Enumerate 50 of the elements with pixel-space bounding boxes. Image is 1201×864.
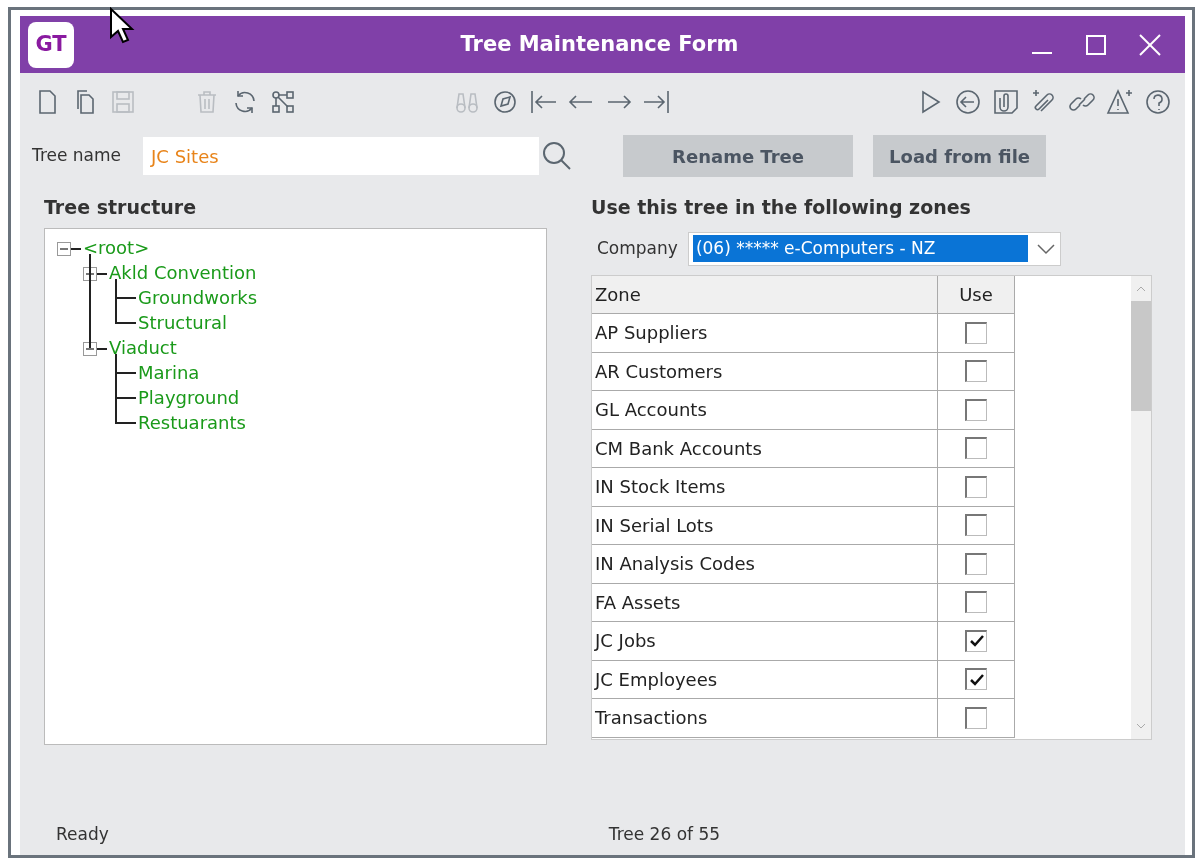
tree-node-label[interactable]: Playground <box>138 386 240 408</box>
use-checkbox[interactable] <box>965 629 987 652</box>
vertical-scrollbar[interactable] <box>1131 275 1151 739</box>
use-checkbox[interactable] <box>965 360 987 383</box>
scrollbar-thumb[interactable] <box>1131 301 1151 411</box>
table-cell: Transactions <box>592 699 938 737</box>
expand-toggle[interactable] <box>83 341 97 356</box>
load-from-file-button[interactable]: Load from file <box>873 135 1047 177</box>
record-position-text: Tree 26 of 55 <box>608 823 721 847</box>
table-cell: GL Accounts <box>592 391 938 429</box>
tree-node-label[interactable]: Structural <box>138 311 228 333</box>
tree-node-label[interactable]: Groundworks <box>138 286 258 308</box>
use-checkbox[interactable] <box>965 321 987 344</box>
use-checkbox[interactable] <box>965 475 987 498</box>
use-checkbox[interactable] <box>965 514 987 537</box>
section-title: Use this tree in the following zones <box>591 195 972 220</box>
table-cell: CM Bank Accounts <box>592 429 938 467</box>
table-cell: FA Assets <box>592 583 938 621</box>
tree-name-field[interactable]: JC Sites <box>143 137 540 175</box>
status-text: Ready <box>56 823 109 847</box>
table-cell: JC Jobs <box>592 622 938 660</box>
company-dropdown[interactable]: (06) ***** e-Computers - NZ <box>687 231 1061 266</box>
column-header: Use <box>938 275 1015 313</box>
tree-node-label[interactable]: Akld Convention <box>109 261 257 283</box>
window-title: Tree Maintenance Form <box>459 30 740 58</box>
use-checkbox[interactable] <box>965 552 987 575</box>
close-icon[interactable] <box>1138 32 1162 57</box>
maximize-icon[interactable] <box>1084 32 1108 57</box>
field-label: Tree name <box>32 144 122 168</box>
expand-toggle[interactable] <box>57 241 71 256</box>
field-label: Company <box>597 236 678 260</box>
table-cell: IN Serial Lots <box>592 506 938 544</box>
tree-node-label[interactable]: Restuarants <box>138 411 246 433</box>
tree-node-label[interactable]: Viaduct <box>109 336 177 358</box>
use-checkbox[interactable] <box>965 591 987 614</box>
use-checkbox[interactable] <box>965 398 987 421</box>
table-cell: IN Stock Items <box>592 468 938 506</box>
section-title: Tree structure <box>44 195 198 220</box>
rename-tree-button[interactable]: Rename Tree <box>623 135 854 177</box>
use-checkbox[interactable] <box>965 668 987 691</box>
table-cell: IN Analysis Codes <box>592 545 938 583</box>
tree-node-label[interactable]: <root> <box>83 236 150 258</box>
column-header: Zone <box>592 275 938 313</box>
tree-node-label[interactable]: Marina <box>138 361 200 383</box>
use-checkbox[interactable] <box>965 706 987 729</box>
table-cell: JC Employees <box>592 660 938 698</box>
table-cell: AR Customers <box>592 352 938 390</box>
app-logo: GT <box>28 21 74 68</box>
table-cell: AP Suppliers <box>592 314 938 352</box>
use-checkbox[interactable] <box>965 437 987 460</box>
